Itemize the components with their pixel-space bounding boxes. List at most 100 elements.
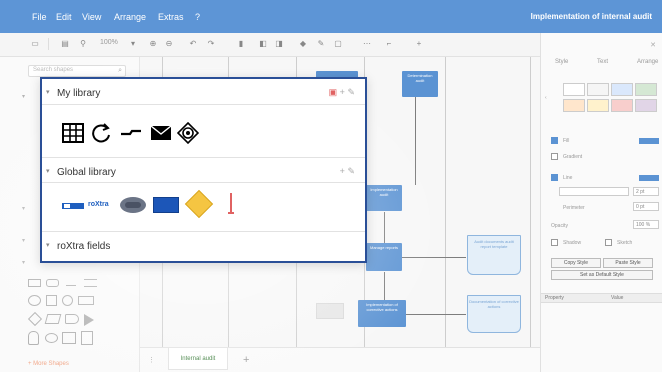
perimeter-input[interactable]: 0 pt — [633, 202, 659, 211]
connector-line[interactable] — [402, 314, 466, 315]
paste-style-button[interactable]: Paste Style — [603, 258, 653, 268]
refresh-icon[interactable] — [90, 122, 112, 144]
rectangle-shape[interactable] — [28, 279, 41, 287]
library-section-header[interactable]: ▾ Global library + ✎ — [42, 157, 365, 183]
note-shape[interactable] — [81, 331, 93, 345]
sidebar-section-caret-icon[interactable]: ▾ — [22, 259, 25, 266]
style-swatch[interactable] — [611, 99, 633, 112]
blue-bar-shape[interactable] — [62, 203, 84, 209]
chevron-down-icon[interactable]: ▾ — [46, 167, 50, 175]
document-shape[interactable] — [62, 332, 76, 344]
cylinder-shape[interactable] — [28, 331, 39, 345]
add-icon[interactable]: + — [340, 87, 345, 97]
connector-line[interactable] — [384, 272, 385, 300]
edit-icon[interactable]: ✎ — [347, 166, 355, 176]
document-node[interactable]: Documentation of corrective actions — [467, 295, 521, 333]
diamond-shape[interactable] — [27, 311, 43, 327]
rounded-rectangle-shape[interactable] — [46, 279, 59, 287]
connector-line-icon[interactable] — [120, 122, 142, 144]
menu-file[interactable]: File — [32, 12, 47, 22]
add-page-button[interactable]: + — [243, 354, 249, 366]
triangle-shape[interactable] — [84, 314, 94, 326]
connector-line[interactable] — [415, 97, 416, 185]
redo-icon[interactable]: ↷ — [206, 39, 216, 49]
edit-icon[interactable]: ✎ — [347, 87, 355, 97]
search-icon[interactable]: ⌕ — [118, 67, 122, 75]
menu-arrange[interactable]: Arrange — [114, 12, 146, 22]
red-line-shape[interactable] — [230, 193, 232, 213]
sidebar-section-caret-icon[interactable]: ▾ — [22, 237, 25, 244]
sidebar-section-caret-icon[interactable]: ▾ — [22, 205, 25, 212]
textbox-shape[interactable] — [84, 279, 97, 287]
placeholder-node[interactable] — [316, 303, 344, 319]
set-default-style-button[interactable]: Set as Default Style — [551, 270, 653, 280]
library-section-header[interactable]: ▾ roXtra fields — [42, 231, 365, 257]
save-icon[interactable]: ▣ — [329, 87, 338, 97]
add-icon[interactable]: + — [340, 166, 345, 176]
text-shape[interactable] — [66, 281, 76, 286]
library-section-header[interactable]: ▾ My library ▣ + ✎ — [42, 79, 365, 105]
yellow-diamond-shape[interactable] — [184, 189, 214, 219]
style-swatch[interactable] — [587, 83, 609, 96]
to-back-icon[interactable]: ◨ — [274, 39, 284, 49]
menu-extras[interactable]: Extras — [158, 12, 184, 22]
style-swatch[interactable] — [611, 83, 633, 96]
parallelogram-shape[interactable] — [44, 314, 62, 324]
document-node[interactable]: Audit documents audit report template — [467, 235, 521, 275]
waypoints-icon[interactable]: ⌐ — [384, 39, 394, 49]
process-node[interactable]: Implementation audit — [366, 185, 402, 211]
menu-edit[interactable]: Edit — [56, 12, 72, 22]
undo-icon[interactable]: ↶ — [188, 39, 198, 49]
pages-menu-icon[interactable]: ⋮ — [148, 356, 155, 364]
zoom-out-icon[interactable]: ⊖ — [164, 39, 174, 49]
process-node[interactable]: Manage reports — [366, 243, 402, 271]
roxtra-logo-shape[interactable]: roXtra — [88, 201, 109, 208]
hexagon-shape[interactable] — [65, 314, 79, 324]
circle-shape[interactable] — [62, 295, 73, 306]
process-node[interactable]: Determination audit — [402, 71, 438, 97]
sketch-checkbox[interactable] — [605, 239, 612, 246]
gray-ellipse-shape[interactable] — [120, 197, 146, 213]
insert-icon[interactable]: + — [414, 39, 424, 49]
style-swatch[interactable] — [563, 99, 585, 112]
opacity-input[interactable]: 100 % — [633, 220, 659, 229]
style-swatch[interactable] — [587, 99, 609, 112]
search-input[interactable]: Search shapes ⌕ — [28, 65, 126, 77]
line-style-select[interactable] — [559, 187, 629, 196]
close-panel-icon[interactable]: ✕ — [650, 41, 656, 49]
tab-style[interactable]: Style — [555, 59, 568, 65]
menu-view[interactable]: View — [82, 12, 101, 22]
style-swatch[interactable] — [563, 83, 585, 96]
gradient-checkbox[interactable] — [551, 153, 558, 160]
format-panel-icon[interactable]: ▤ — [60, 39, 70, 49]
line-checkbox[interactable] — [551, 174, 558, 181]
document-title[interactable]: Implementation of internal audit — [531, 12, 652, 21]
to-front-icon[interactable]: ◧ — [258, 39, 268, 49]
line-color-icon[interactable]: ✎ — [316, 39, 326, 49]
fill-color-button[interactable] — [639, 138, 659, 144]
shadow-icon[interactable]: ▢ — [333, 39, 343, 49]
square-shape[interactable] — [46, 295, 57, 306]
copy-style-button[interactable]: Copy Style — [551, 258, 601, 268]
process-node[interactable]: Implementation of corrective actions — [358, 300, 406, 327]
more-shapes-link[interactable]: + More Shapes — [28, 361, 69, 367]
pointer-icon[interactable]: ⚲ — [78, 39, 88, 49]
chevron-down-icon[interactable]: ▾ — [46, 241, 50, 249]
menu-help[interactable]: ? — [195, 12, 200, 22]
library-popup[interactable]: ▾ My library ▣ + ✎ ▾ Global library + ✎ … — [40, 77, 367, 263]
fill-color-icon[interactable]: ◆ — [298, 39, 308, 49]
shadow-checkbox[interactable] — [551, 239, 558, 246]
fill-checkbox[interactable] — [551, 137, 558, 144]
target-diamond-icon[interactable] — [177, 122, 199, 144]
line-width-input[interactable]: 2 pt — [633, 187, 659, 196]
style-swatch[interactable] — [635, 99, 657, 112]
envelope-icon[interactable] — [150, 122, 172, 144]
blue-rectangle-shape[interactable] — [153, 197, 179, 213]
chevron-down-icon[interactable]: ▾ — [46, 88, 50, 96]
tab-text[interactable]: Text — [597, 59, 608, 65]
chevron-down-icon[interactable]: ▾ — [128, 39, 138, 49]
process-shape[interactable] — [78, 296, 94, 305]
sidebar-section-caret-icon[interactable]: ▾ — [22, 93, 25, 100]
connector-line[interactable] — [402, 257, 466, 258]
table-icon[interactable] — [62, 122, 84, 144]
